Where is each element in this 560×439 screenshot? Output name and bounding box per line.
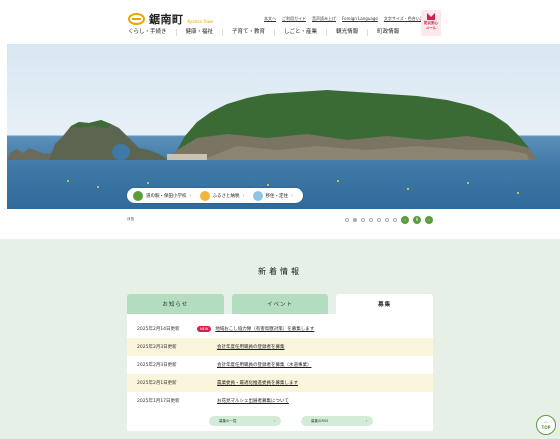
nav-childcare[interactable]: 子育て・教育 — [222, 29, 274, 36]
town-name-en: Kyonan Town — [187, 19, 214, 24]
chevron-right-icon: › — [365, 419, 367, 423]
slide-dot[interactable] — [361, 218, 365, 222]
news-link[interactable]: お花見マルシェ出展者募集について — [217, 398, 289, 404]
slider-controls-bar — [0, 209, 560, 239]
nav-living[interactable]: くらし・手続き — [128, 29, 176, 36]
quick-link-migration[interactable]: 移住・定住 › — [252, 190, 298, 201]
news-item: 2025年1月17日更新 お花見マルシェ出展者募集について — [127, 392, 433, 410]
slide-dot[interactable] — [393, 218, 397, 222]
news-list: 2025年2月14日更新 NEW 地域おこし協力隊（有害鳥獣対策）を募集します … — [127, 314, 433, 431]
quick-link-roadside-station[interactable]: 道の駅・保田小学校 › — [133, 190, 196, 201]
house-icon — [252, 190, 263, 201]
news-date: 2025年1月17日更新 — [137, 399, 180, 404]
back-to-top-button[interactable]: ︿ TOP — [536, 415, 556, 435]
quick-link-furusato[interactable]: ふるさと納税 › — [199, 190, 249, 201]
news-date: 2025年2月1日更新 — [137, 381, 177, 386]
news-link[interactable]: 地域おこし協力隊（有害鳥獣対策）を募集します — [215, 326, 314, 332]
buoy — [517, 192, 519, 194]
slide-dot[interactable] — [385, 218, 389, 222]
nav-government[interactable]: 町政情報 — [367, 29, 408, 36]
news-item: 2025年2月3日更新 会計年度任用職員の登録者を募集（水道事業） — [127, 356, 433, 374]
news-item: 2025年2月3日更新 会計年度任用職員の登録者を募集 — [127, 338, 433, 356]
buoy — [467, 182, 469, 184]
button-label: 募集の一覧 — [219, 418, 237, 423]
news-link[interactable]: 会計年度任用職員の登録者を募集 — [217, 344, 285, 350]
station-icon — [133, 190, 143, 201]
site-header: 鋸南町 Kyonan Town 本文へ ご利用ガイド 音声読み上げ Foreig… — [0, 0, 560, 44]
chevron-right-icon: › — [189, 192, 192, 199]
logo-icon — [128, 13, 145, 25]
rock-arch-image — [49, 120, 169, 160]
slide-dot[interactable] — [345, 218, 349, 222]
nav-tourism[interactable]: 観光情報 — [326, 29, 367, 36]
mail-button-label-2: メール — [425, 25, 437, 30]
slide-caption: 浮島 — [127, 217, 134, 221]
utility-links: 本文へ ご利用ガイド 音声読み上げ Foreign Language 文字サイズ… — [264, 16, 428, 22]
chevron-right-icon: › — [291, 192, 293, 199]
news-buttons: 募集の一覧 › 募集のRSS › — [127, 416, 433, 426]
heart-hands-icon — [199, 190, 210, 201]
buoy — [337, 180, 339, 182]
news-item: 2025年2月14日更新 NEW 地域おこし協力隊（有害鳥獣対策）を募集します — [127, 320, 433, 338]
global-nav: くらし・手続き 健康・福祉 子育て・教育 しごと・産業 観光情報 町政情報 — [128, 29, 408, 36]
utility-link-language[interactable]: Foreign Language — [342, 16, 378, 22]
news-date: 2025年2月3日更新 — [137, 363, 177, 368]
next-slide-button[interactable]: › — [425, 216, 433, 224]
prev-slide-button[interactable]: ‹ — [401, 216, 409, 224]
news-link[interactable]: 農業委員・最適化推進委員を募集します — [217, 380, 298, 386]
buoy — [97, 186, 99, 188]
quick-links-bar: 道の駅・保田小学校 › ふるさと納税 › 移住・定住 › — [127, 188, 303, 203]
buoy — [267, 184, 269, 186]
slide-dot[interactable] — [377, 218, 381, 222]
hero-image — [7, 44, 560, 209]
news-item: 2025年2月1日更新 農業委員・最適化推進委員を募集します — [127, 374, 433, 392]
nav-health[interactable]: 健康・福祉 — [175, 29, 223, 36]
news-date: 2025年2月14日更新 — [137, 327, 180, 332]
news-date: 2025年2月3日更新 — [137, 345, 177, 350]
slide-dot-active[interactable] — [353, 218, 357, 222]
news-tabs: お知らせ イベント 募集 — [127, 294, 434, 314]
quick-link-label: 道の駅・保田小学校 — [146, 193, 187, 199]
slide-indicators: ‹ II › — [345, 216, 433, 224]
quick-link-label: ふるさと納税 — [212, 193, 240, 199]
tab-recruitment[interactable]: 募集 — [336, 294, 434, 314]
buoy — [147, 182, 149, 184]
utility-link-guide[interactable]: ご利用ガイド — [282, 16, 306, 22]
town-logo[interactable]: 鋸南町 Kyonan Town — [128, 11, 213, 27]
buoy — [407, 188, 409, 190]
tab-events[interactable]: イベント — [231, 294, 329, 314]
chevron-right-icon: › — [242, 192, 245, 199]
button-label: 募集のRSS — [311, 418, 329, 423]
mail-icon — [427, 13, 435, 20]
news-link[interactable]: 会計年度任用職員の登録者を募集（水道事業） — [217, 362, 312, 368]
top-label: TOP — [541, 425, 551, 430]
quick-link-label: 移住・定住 — [265, 193, 289, 199]
chevron-right-icon: › — [273, 419, 275, 423]
nav-work[interactable]: しごと・産業 — [274, 29, 326, 36]
disaster-mail-button[interactable]: 防災安心 メール — [421, 10, 441, 36]
recruitment-rss-button[interactable]: 募集のRSS › — [301, 416, 373, 426]
tab-notices[interactable]: お知らせ — [127, 294, 224, 314]
new-badge: NEW — [197, 326, 212, 332]
utility-link-voice[interactable]: 音声読み上げ — [312, 16, 336, 22]
pause-button[interactable]: II — [413, 216, 421, 224]
news-heading: 新着情報 — [258, 267, 302, 276]
recruitment-list-button[interactable]: 募集の一覧 › — [209, 416, 281, 426]
island-image — [167, 90, 537, 160]
slide-dot[interactable] — [369, 218, 373, 222]
buoy — [67, 180, 69, 182]
utility-link-skip[interactable]: 本文へ — [264, 16, 276, 22]
town-name: 鋸南町 — [149, 13, 184, 26]
